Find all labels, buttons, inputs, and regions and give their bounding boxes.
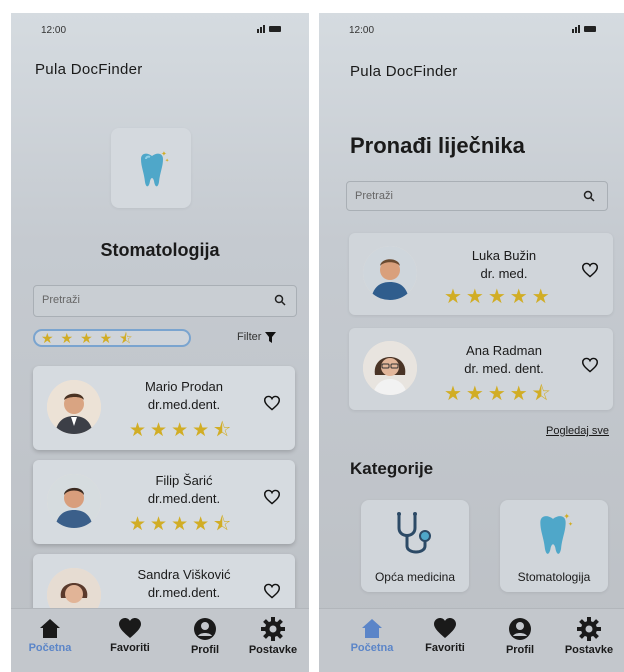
category-card-general[interactable]: Opća medicina [361,500,469,592]
doctor-rating: ★★★★⯪ [444,383,555,405]
search-placeholder: Pretraži [355,190,393,202]
doctor-title: dr. med. [480,266,528,281]
heart-icon [434,618,456,638]
filter-label: Filter [237,331,262,343]
doctor-title: dr.med.dent. [147,397,221,412]
nav-favorites-label: Favoriti [110,642,150,654]
search-icon[interactable] [274,294,286,306]
search-icon[interactable] [583,190,595,202]
categories-heading: Kategorije [350,459,434,478]
doctor-name: Luka Bužin [471,248,537,263]
svg-text:✦: ✦ [165,158,169,164]
nav-favorites[interactable]: Favoriti [410,617,480,654]
doctor-card[interactable]: Luka Bužin dr. med. ★★★★★ [349,233,613,315]
doctor-rating: ★★★★⯪ [129,420,236,441]
nav-profile[interactable]: Profil [485,617,555,656]
favorite-heart-icon[interactable] [263,395,281,411]
nav-home[interactable]: Početna [337,617,407,654]
nav-profile[interactable]: Profil [170,617,240,656]
nav-home-label: Početna [28,642,72,654]
favorite-heart-icon[interactable] [263,489,281,505]
doctor-name: Filip Šarić [155,473,213,488]
filter-icon [265,331,277,343]
signal-icon [257,25,265,33]
home-icon [362,619,382,638]
avatar [363,246,417,300]
bottom-nav: Početna Favoriti Profil Postavke [319,608,624,672]
category-card-dentistry[interactable]: ✦ ✦ Stomatologija [500,500,608,592]
search-input[interactable]: Pretraži [33,285,297,317]
category-icon-tile: ✦ ✦ [111,128,191,208]
bottom-nav: Početna Favoriti Profil Postavke [11,608,309,672]
nav-settings[interactable]: Postavke [554,617,624,656]
doctor-card[interactable]: Ana Radman dr. med. dent. ★★★★⯪ [349,328,613,410]
nav-settings-label: Postavke [564,644,614,656]
tooth-icon: ✦ ✦ [540,512,573,554]
nav-favorites[interactable]: Favoriti [95,617,165,654]
home-screen: 12:00 Pula DocFinder Pronađi liječnika P… [319,13,624,672]
category-label: Opća medicina [374,570,456,584]
user-icon [194,618,216,640]
search-input[interactable]: Pretraži [346,181,608,211]
search-placeholder: Pretraži [42,294,80,306]
stethoscope-icon [397,512,431,554]
see-all-link[interactable]: Pogledaj sve [546,425,609,437]
svg-text:✦: ✦ [563,512,570,521]
rating-filter-stars: ★★★★⯪ [41,330,140,346]
doctor-card[interactable]: Filip Šarić dr.med.dent. ★★★★⯪ [33,460,295,544]
category-label: Stomatologija [517,570,591,584]
tooth-icon: ✦ ✦ [141,150,169,187]
avatar [47,380,101,434]
home-icon [40,619,60,638]
rating-filter[interactable]: ★★★★⯪ [33,329,191,347]
status-bar: 12:00 [41,25,281,39]
filter-button[interactable]: Filter [237,331,277,343]
heart-icon [119,618,141,638]
doctor-rating: ★★★★⯪ [129,514,236,535]
svg-text:✦: ✦ [161,150,167,158]
category-screen: 12:00 Pula DocFinder ✦ ✦ Stomatologija P… [11,13,309,672]
favorite-heart-icon[interactable] [263,583,281,599]
doctor-card[interactable]: Mario Prodan dr.med.dent. ★★★★⯪ [33,366,295,450]
doctor-rating: ★★★★★ [444,286,554,308]
nav-settings[interactable]: Postavke [238,617,308,656]
doctor-name: Ana Radman [466,343,542,358]
favorite-heart-icon[interactable] [581,357,599,373]
svg-text:✦: ✦ [568,521,573,528]
doctor-name: Sandra Višković [137,567,231,582]
avatar [363,341,417,395]
battery-icon [269,26,281,32]
doctor-title: dr.med.dent. [147,585,221,600]
status-time: 12:00 [41,25,67,36]
signal-icon [572,25,580,33]
gear-icon [577,617,601,641]
status-bar: 12:00 [349,25,596,39]
nav-settings-label: Postavke [248,644,298,656]
nav-profile-label: Profil [190,644,220,656]
category-title: Stomatologija [100,240,220,260]
gear-icon [261,617,285,641]
app-title: Pula DocFinder [35,61,143,78]
status-time: 12:00 [349,25,375,36]
app-title: Pula DocFinder [350,63,458,80]
doctor-title: dr. med. dent. [464,361,544,376]
user-icon [509,618,531,640]
favorite-heart-icon[interactable] [581,262,599,278]
nav-profile-label: Profil [505,644,535,656]
avatar [47,474,101,528]
nav-home-label: Početna [350,642,394,654]
doctor-name: Mario Prodan [144,379,224,394]
nav-favorites-label: Favoriti [425,642,465,654]
page-title: Pronađi liječnika [350,133,525,158]
battery-icon [584,26,596,32]
doctor-title: dr.med.dent. [147,491,221,506]
nav-home[interactable]: Početna [15,617,85,654]
